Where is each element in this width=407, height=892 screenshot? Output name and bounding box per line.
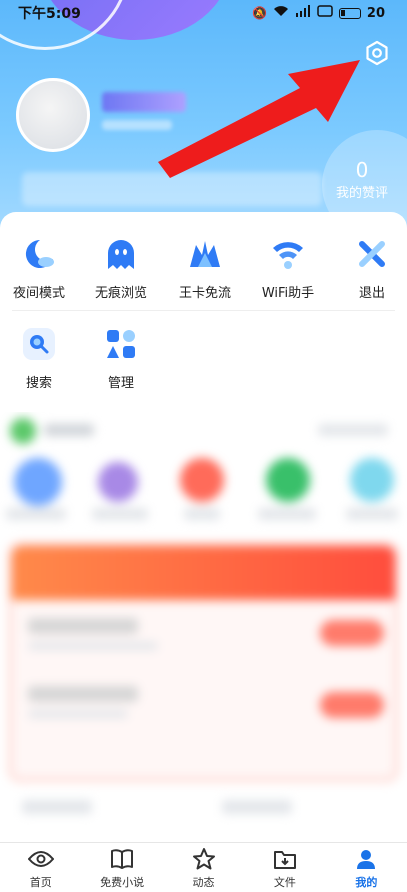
user-icon bbox=[353, 846, 379, 872]
mute-icon: 🔕 bbox=[251, 6, 267, 20]
nav-label: 文件 bbox=[273, 875, 296, 889]
search-icon bbox=[21, 326, 57, 362]
blurred-app-label bbox=[258, 508, 316, 520]
battery-icon bbox=[338, 7, 361, 19]
moon-icon bbox=[21, 236, 57, 272]
crown-icon bbox=[187, 236, 223, 272]
blurred-bottom-line bbox=[222, 800, 292, 814]
blurred-promo-line bbox=[28, 642, 158, 650]
blurred-app-label bbox=[92, 508, 148, 520]
avatar[interactable] bbox=[16, 78, 90, 152]
nav-mine[interactable]: 我的 bbox=[326, 843, 407, 892]
blurred-app-2 bbox=[98, 462, 138, 502]
tool-search[interactable]: 搜索 bbox=[3, 326, 75, 391]
tool-exit[interactable]: 退出 bbox=[336, 236, 407, 301]
status-icons: 🔕 20 bbox=[252, 5, 385, 21]
battery-level: 20 bbox=[366, 5, 385, 21]
blurred-app-1 bbox=[14, 458, 62, 506]
blurred-section-more bbox=[318, 424, 388, 436]
blurred-content-area bbox=[0, 412, 407, 842]
tools-panel: 夜间模式 无痕浏览 王卡免流 WiFi助手 退出 搜索 管理 bbox=[0, 212, 407, 412]
tool-wifi-assistant[interactable]: WiFi助手 bbox=[252, 236, 324, 301]
blurred-promo-card bbox=[8, 542, 399, 782]
status-bar: 下午5:09 🔕 20 bbox=[0, 0, 407, 26]
manage-icon bbox=[103, 326, 139, 362]
nav-label: 动态 bbox=[192, 875, 215, 889]
praise-label[interactable]: 我的赞评 bbox=[330, 182, 394, 201]
tool-manage[interactable]: 管理 bbox=[85, 326, 157, 391]
blurred-promo-line bbox=[28, 618, 138, 634]
blurred-section-title bbox=[44, 424, 94, 436]
blurred-content bbox=[0, 412, 407, 842]
signal-icon bbox=[295, 5, 311, 21]
eye-icon bbox=[27, 846, 54, 872]
tool-label: 无痕浏览 bbox=[94, 286, 147, 301]
blurred-bottom-line bbox=[22, 800, 92, 814]
tool-label: WiFi助手 bbox=[261, 286, 315, 301]
tool-wangka-free-data[interactable]: 王卡免流 bbox=[169, 236, 241, 301]
tool-label: 夜间模式 bbox=[12, 286, 65, 301]
nav-free-novels[interactable]: 免费小说 bbox=[81, 843, 162, 892]
close-icon bbox=[354, 236, 390, 272]
tool-label: 王卡免流 bbox=[178, 286, 231, 301]
nav-home[interactable]: 首页 bbox=[0, 843, 81, 892]
tool-night-mode[interactable]: 夜间模式 bbox=[3, 236, 75, 301]
blurred-app-label bbox=[6, 508, 66, 520]
blurred-promo-line bbox=[28, 710, 128, 718]
wifi-icon bbox=[270, 236, 306, 272]
blurred-promo-line bbox=[28, 686, 138, 702]
status-time: 下午5:09 bbox=[18, 6, 81, 22]
blurred-app-4 bbox=[266, 458, 310, 502]
blurred-app-label bbox=[346, 508, 398, 520]
nav-label: 免费小说 bbox=[100, 875, 145, 889]
nav-label: 首页 bbox=[29, 875, 52, 889]
tools-divider bbox=[12, 310, 395, 311]
blurred-app-5 bbox=[350, 458, 394, 502]
blurred-section-icon bbox=[10, 418, 36, 444]
nav-label: 我的 bbox=[355, 875, 378, 889]
blurred-promo-button bbox=[320, 692, 384, 718]
nav-files[interactable]: 文件 bbox=[244, 843, 325, 892]
tool-label: 搜索 bbox=[25, 376, 52, 391]
folder-icon bbox=[272, 846, 298, 872]
bottom-navigation: 首页 免费小说 动态 文件 我的 bbox=[0, 842, 407, 892]
nav-feed[interactable]: 动态 bbox=[163, 843, 244, 892]
hd-icon bbox=[317, 5, 333, 21]
star-icon bbox=[191, 846, 217, 872]
book-icon bbox=[109, 846, 135, 872]
tool-label: 管理 bbox=[107, 376, 134, 391]
blurred-promo-header bbox=[12, 546, 395, 600]
tool-incognito[interactable]: 无痕浏览 bbox=[85, 236, 157, 301]
red-arrow-annotation bbox=[158, 60, 360, 178]
blurred-promo-button bbox=[320, 620, 384, 646]
blurred-app-label bbox=[184, 508, 220, 520]
blurred-app-3 bbox=[180, 458, 224, 502]
ghost-icon bbox=[103, 236, 139, 272]
wifi-status-icon bbox=[273, 5, 289, 21]
tool-label: 退出 bbox=[358, 286, 385, 301]
